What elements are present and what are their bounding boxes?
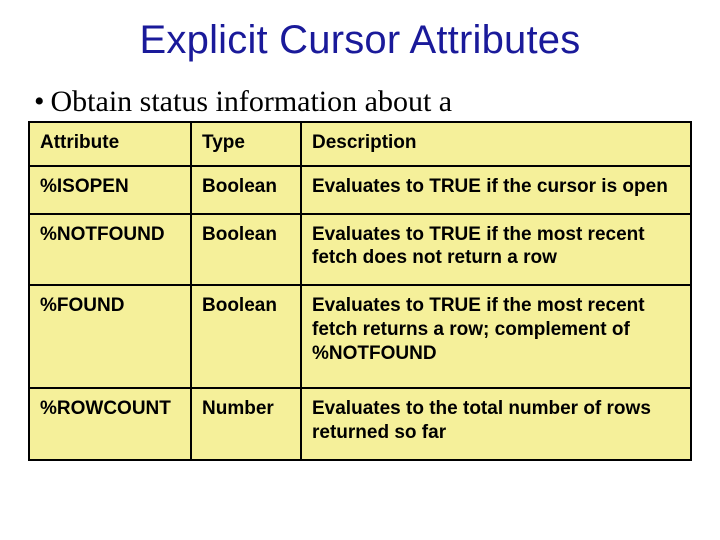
- col-header-attribute: Attribute: [29, 122, 191, 166]
- table-row: %ROWCOUNT Number Evaluates to the total …: [29, 388, 691, 460]
- bullet-line: • Obtain status information about a: [34, 85, 692, 119]
- col-header-type: Type: [191, 122, 301, 166]
- cell-description: Evaluates to TRUE if the most recent fet…: [301, 214, 691, 286]
- attributes-table: Attribute Type Description %ISOPEN Boole…: [28, 121, 692, 461]
- cell-description: Evaluates to TRUE if the cursor is open: [301, 166, 691, 214]
- table-row: %FOUND Boolean Evaluates to TRUE if the …: [29, 285, 691, 388]
- bullet-text: Obtain status information about a: [51, 85, 453, 119]
- cell-attribute: %ROWCOUNT: [29, 388, 191, 460]
- page-title: Explicit Cursor Attributes: [28, 18, 692, 63]
- cell-attribute: %NOTFOUND: [29, 214, 191, 286]
- cell-attribute: %ISOPEN: [29, 166, 191, 214]
- table-row: %ISOPEN Boolean Evaluates to TRUE if the…: [29, 166, 691, 214]
- slide: Explicit Cursor Attributes • Obtain stat…: [0, 0, 720, 540]
- table-row: %NOTFOUND Boolean Evaluates to TRUE if t…: [29, 214, 691, 286]
- cell-type: Boolean: [191, 166, 301, 214]
- cell-description: Evaluates to TRUE if the most recent fet…: [301, 285, 691, 388]
- cell-description: Evaluates to the total number of rows re…: [301, 388, 691, 460]
- cell-type: Boolean: [191, 285, 301, 388]
- cell-attribute: %FOUND: [29, 285, 191, 388]
- bullet-icon: •: [34, 87, 45, 117]
- col-header-description: Description: [301, 122, 691, 166]
- table-header-row: Attribute Type Description: [29, 122, 691, 166]
- cell-type: Number: [191, 388, 301, 460]
- cell-type: Boolean: [191, 214, 301, 286]
